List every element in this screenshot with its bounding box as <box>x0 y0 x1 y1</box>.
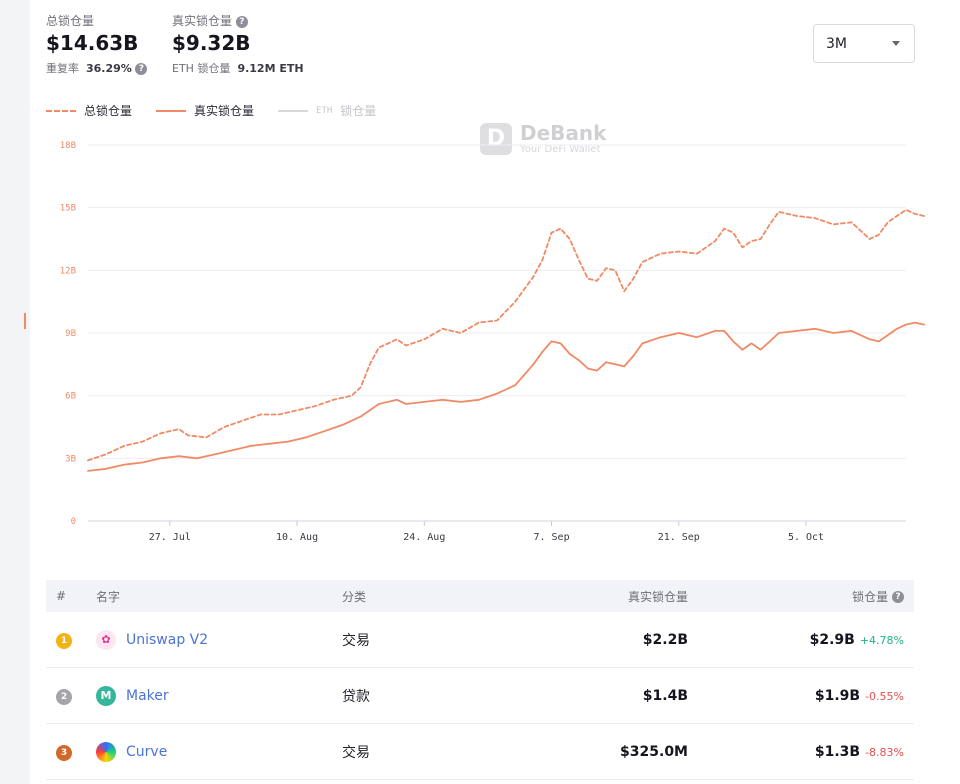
protocol-tvl: $2.9B <box>809 631 855 648</box>
table-row[interactable]: 2 M Maker 贷款 $1.4B $1.9B -0.55% <box>46 668 914 724</box>
tvl-change: -8.83% <box>865 745 904 759</box>
header-tvl-label: 锁仓量 <box>852 589 889 604</box>
protocol-real-tvl: $2.2B <box>642 631 688 648</box>
gray-line-swatch <box>278 109 309 112</box>
protocol-category: 交易 <box>342 632 370 649</box>
legend-item-real[interactable]: 真实锁仓量 <box>156 102 254 119</box>
y-tick-label: 15B <box>60 204 76 214</box>
y-tick-label: 0 <box>71 517 76 527</box>
dashed-line-swatch <box>46 109 76 112</box>
real-tvl-label-row: 真实锁仓量 ? <box>172 12 304 29</box>
protocol-category: 交易 <box>342 744 370 761</box>
x-tick-label: 5. Oct <box>788 532 824 543</box>
protocol-category: 贷款 <box>342 688 370 705</box>
x-tick-label: 24. Aug <box>403 532 445 543</box>
eth-tvl: ETH 锁仓量 9.12M ETH <box>172 60 304 76</box>
table-row[interactable]: 3 Curve 交易 $325.0M $1.3B -8.83% <box>46 724 914 780</box>
time-range-select[interactable]: 3M <box>813 24 915 63</box>
eth-tvl-label: ETH 锁仓量 <box>172 62 231 75</box>
x-tick-label: 10. Aug <box>276 532 318 543</box>
help-icon[interactable]: ? <box>892 591 904 603</box>
legend-real-label: 真实锁仓量 <box>194 104 255 118</box>
chart-legend: 总锁仓量 真实锁仓量 ETH 锁仓量 <box>46 102 400 119</box>
y-axis: 0 3B 6B 9B 12B 15B 18B <box>60 141 76 527</box>
tvl-change: +4.78% <box>859 633 904 647</box>
y-tick-label: 3B <box>65 454 76 464</box>
y-tick-label: 12B <box>60 266 76 276</box>
y-tick-label: 9B <box>65 329 76 339</box>
gold-medal-icon: 1 <box>56 632 72 649</box>
protocol-name[interactable]: Uniswap V2 <box>126 632 208 648</box>
y-tick-label: 18B <box>60 141 76 151</box>
repeat-rate: 重复率 36.29% ? <box>46 60 148 76</box>
y-tick-label: 6B <box>65 392 76 402</box>
eth-tvl-value: 9.12M ETH <box>237 62 304 75</box>
table-row[interactable]: 1 ✿ Uniswap V2 交易 $2.2B $2.9B +4.78% <box>46 612 914 668</box>
bronze-medal-icon: 3 <box>56 744 72 761</box>
solid-line-swatch <box>156 109 187 112</box>
legend-item-total[interactable]: 总锁仓量 <box>46 102 132 119</box>
time-range-value: 3M <box>826 35 847 52</box>
legend-total-label: 总锁仓量 <box>84 104 133 118</box>
chart-series <box>87 208 926 472</box>
repeat-rate-value: 36.29% <box>86 62 132 75</box>
total-tvl-label: 总锁仓量 <box>46 14 95 28</box>
legend-item-eth[interactable]: ETH 锁仓量 <box>278 102 376 119</box>
tvl-change: -0.55% <box>865 689 904 703</box>
table-header: # 名字 分类 真实锁仓量 锁仓量 ? <box>46 580 914 612</box>
header-category: 分类 <box>342 589 367 604</box>
header-rank: # <box>56 589 67 603</box>
maker-icon: M <box>96 685 116 706</box>
real-tvl-value: $9.32B <box>172 31 251 55</box>
x-axis: 27. Jul 10. Aug 24. Aug 7. Sep 21. Sep 5. Oct <box>149 521 824 543</box>
protocol-table: # 名字 分类 真实锁仓量 锁仓量 ? 1 ✿ Uniswap V2 交易 $2… <box>46 580 914 780</box>
protocol-tvl: $1.9B <box>814 687 861 704</box>
curve-icon <box>96 741 116 762</box>
x-tick-label: 21. Sep <box>658 532 700 543</box>
protocol-name[interactable]: Maker <box>126 688 169 704</box>
series-line-total-tvl <box>87 208 926 462</box>
legend-eth-prefix: ETH <box>316 105 333 116</box>
help-icon[interactable]: ? <box>135 63 148 75</box>
total-tvl-value: $14.63B <box>46 31 139 55</box>
legend-eth-label: 锁仓量 <box>340 104 377 118</box>
unicorn-icon: ✿ <box>96 629 116 650</box>
help-icon[interactable]: ? <box>235 15 248 28</box>
real-tvl-stat: 真实锁仓量 ? $9.32B ETH 锁仓量 9.12M ETH <box>172 12 304 76</box>
header-name: 名字 <box>96 589 121 604</box>
tvl-line-chart[interactable]: 0 3B 6B 9B 12B 15B 18B 27. Jul 10. Aug 24. Aug 7.… <box>0 130 960 560</box>
protocol-tvl: $1.3B <box>814 743 861 760</box>
series-line-real-tvl <box>87 321 926 472</box>
silver-medal-icon: 2 <box>56 688 72 705</box>
real-tvl-label: 真实锁仓量 <box>172 14 233 28</box>
protocol-name[interactable]: Curve <box>126 744 167 760</box>
x-tick-label: 27. Jul <box>149 532 191 543</box>
chevron-down-icon <box>892 41 900 46</box>
x-tick-label: 7. Sep <box>533 532 569 543</box>
protocol-real-tvl: $1.4B <box>642 687 688 704</box>
header-real-tvl[interactable]: 真实锁仓量 <box>502 588 688 605</box>
header-tvl[interactable]: 锁仓量 ? <box>688 588 914 605</box>
total-tvl-stat: 总锁仓量 $14.63B 重复率 36.29% ? <box>46 12 148 76</box>
protocol-real-tvl: $325.0M <box>620 743 688 760</box>
repeat-rate-label: 重复率 <box>46 62 79 75</box>
